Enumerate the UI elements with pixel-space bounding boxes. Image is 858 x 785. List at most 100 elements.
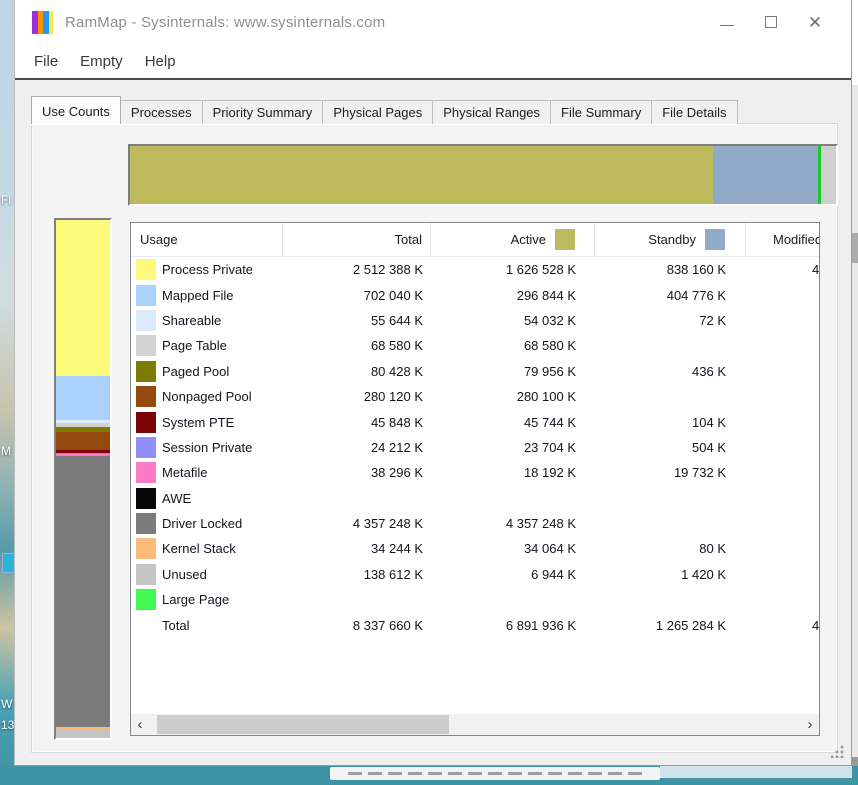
table-row[interactable]: AWE <box>131 486 819 511</box>
table-row[interactable]: Paged Pool80 428 K79 956 K436 K <box>131 359 819 384</box>
row-color-swatch <box>136 589 156 610</box>
tab-file-summary[interactable]: File Summary <box>550 100 652 124</box>
scroll-right-arrow[interactable]: › <box>801 714 819 735</box>
row-label: Page Table <box>162 338 227 353</box>
vbar-segment-mapped-file <box>56 376 110 420</box>
usage-cell: Mapped File <box>131 285 283 306</box>
standby-cell: 436 K <box>595 364 746 379</box>
active-cell: 4 357 248 K <box>431 516 595 531</box>
topbar-segment-standby <box>713 146 817 204</box>
table-row[interactable]: System PTE45 848 K45 744 K104 K <box>131 409 819 434</box>
table-row[interactable]: Kernel Stack34 244 K34 064 K80 K <box>131 536 819 561</box>
standby-cell: 72 K <box>595 313 746 328</box>
minimize-icon <box>720 25 734 26</box>
table-row[interactable]: Large Page <box>131 587 819 612</box>
row-color-swatch <box>136 462 156 483</box>
use-counts-table[interactable]: Usage TotalActiveStandby Modified Process … <box>130 222 820 736</box>
modified-cell: 4 <box>746 262 820 277</box>
scrollbar-thumb[interactable] <box>157 715 449 734</box>
column-header-total[interactable]: Total <box>283 223 431 256</box>
table-row[interactable]: Mapped File702 040 K296 844 K404 776 K <box>131 282 819 307</box>
active-cell: 280 100 K <box>431 389 595 404</box>
menu-file[interactable]: File <box>23 49 69 74</box>
menu-help[interactable]: Help <box>134 49 187 74</box>
vbar-segment-process-private <box>56 220 110 376</box>
active-cell: 45 744 K <box>431 415 595 430</box>
topbar-segment-active <box>130 146 713 204</box>
horizontal-scrollbar[interactable]: ‹ › <box>131 714 819 735</box>
scroll-left-arrow[interactable]: ‹ <box>131 714 149 735</box>
column-header-active[interactable]: Active <box>431 223 595 256</box>
usage-cell: Nonpaged Pool <box>131 386 283 407</box>
tab-use-counts[interactable]: Use Counts <box>31 96 121 124</box>
row-color-swatch <box>136 513 156 534</box>
row-label: Session Private <box>162 440 252 455</box>
column-header-label: Usage <box>140 232 178 247</box>
table-row[interactable]: Process Private2 512 388 K1 626 528 K838… <box>131 257 819 282</box>
desktop-icon-label-fragment: M <box>1 444 11 458</box>
resize-grip[interactable] <box>831 745 844 758</box>
total-cell: 45 848 K <box>283 415 431 430</box>
row-color-swatch <box>136 488 156 509</box>
minimize-button[interactable] <box>705 0 749 44</box>
tab-physical-ranges[interactable]: Physical Ranges <box>432 100 551 124</box>
row-color-swatch <box>136 538 156 559</box>
usage-cell: AWE <box>131 488 283 509</box>
memory-usage-vertical-bar <box>54 218 112 740</box>
row-color-swatch <box>136 564 156 585</box>
usage-cell: Session Private <box>131 437 283 458</box>
tab-physical-pages[interactable]: Physical Pages <box>322 100 433 124</box>
column-header-usage[interactable]: Usage <box>131 223 283 256</box>
table-row[interactable]: Page Table68 580 K68 580 K <box>131 333 819 358</box>
background-text-fragment <box>348 772 642 775</box>
standby-cell: 19 732 K <box>595 465 746 480</box>
row-color-swatch <box>136 310 156 331</box>
background-scrollbar-thumb <box>852 233 858 263</box>
table-row[interactable]: Session Private24 212 K23 704 K504 K <box>131 435 819 460</box>
row-color-swatch <box>136 386 156 407</box>
table-row[interactable]: Nonpaged Pool280 120 K280 100 K <box>131 384 819 409</box>
usage-cell: Unused <box>131 564 283 585</box>
tab-processes[interactable]: Processes <box>120 100 203 124</box>
row-label: Driver Locked <box>162 516 242 531</box>
row-color-swatch <box>136 335 156 356</box>
column-header-modified[interactable]: Modified <box>746 223 820 256</box>
vbar-segment-unused <box>56 729 110 738</box>
column-header-label: Modified <box>773 232 820 247</box>
active-cell: 54 032 K <box>431 313 595 328</box>
row-label: Unused <box>162 567 207 582</box>
active-cell: 23 704 K <box>431 440 595 455</box>
table-row-total[interactable]: Total8 337 660 K6 891 936 K1 265 284 K4 <box>131 612 819 637</box>
close-button[interactable]: ✕ <box>793 0 837 44</box>
maximize-button[interactable] <box>749 0 793 44</box>
total-cell: 8 337 660 K <box>283 618 431 633</box>
row-label: Paged Pool <box>162 364 229 379</box>
active-cell: 6 944 K <box>431 567 595 582</box>
standby-cell: 1 265 284 K <box>595 618 746 633</box>
row-color-swatch <box>136 361 156 382</box>
tab-file-details[interactable]: File Details <box>651 100 737 124</box>
title-bar[interactable]: RamMap - Sysinternals: www.sysinternals.… <box>15 0 851 44</box>
vbar-segment-nonpaged-pool <box>56 432 110 449</box>
tab-priority-summary[interactable]: Priority Summary <box>202 100 324 124</box>
close-icon: ✕ <box>808 14 822 31</box>
usage-cell: Process Private <box>131 259 283 280</box>
table-row[interactable]: Driver Locked4 357 248 K4 357 248 K <box>131 511 819 536</box>
topbar-segment-free <box>821 146 836 204</box>
table-row[interactable]: Metafile38 296 K18 192 K19 732 K <box>131 460 819 485</box>
column-header-standby[interactable]: Standby <box>595 223 746 256</box>
row-label: System PTE <box>162 415 234 430</box>
table-header-row[interactable]: Usage TotalActiveStandby Modified <box>131 223 819 257</box>
total-cell: 138 612 K <box>283 567 431 582</box>
row-label: Process Private <box>162 262 253 277</box>
table-body: Process Private2 512 388 K1 626 528 K838… <box>131 257 819 638</box>
table-row[interactable]: Unused138 612 K6 944 K1 420 K <box>131 562 819 587</box>
row-label: Mapped File <box>162 288 234 303</box>
row-color-swatch <box>136 615 156 636</box>
menu-empty[interactable]: Empty <box>69 49 134 74</box>
desktop-icon-label-fragment: Fl <box>1 193 11 207</box>
usage-cell: Paged Pool <box>131 361 283 382</box>
table-row[interactable]: Shareable55 644 K54 032 K72 K <box>131 308 819 333</box>
background-window-text-strip <box>330 767 660 780</box>
row-label: Kernel Stack <box>162 541 236 556</box>
